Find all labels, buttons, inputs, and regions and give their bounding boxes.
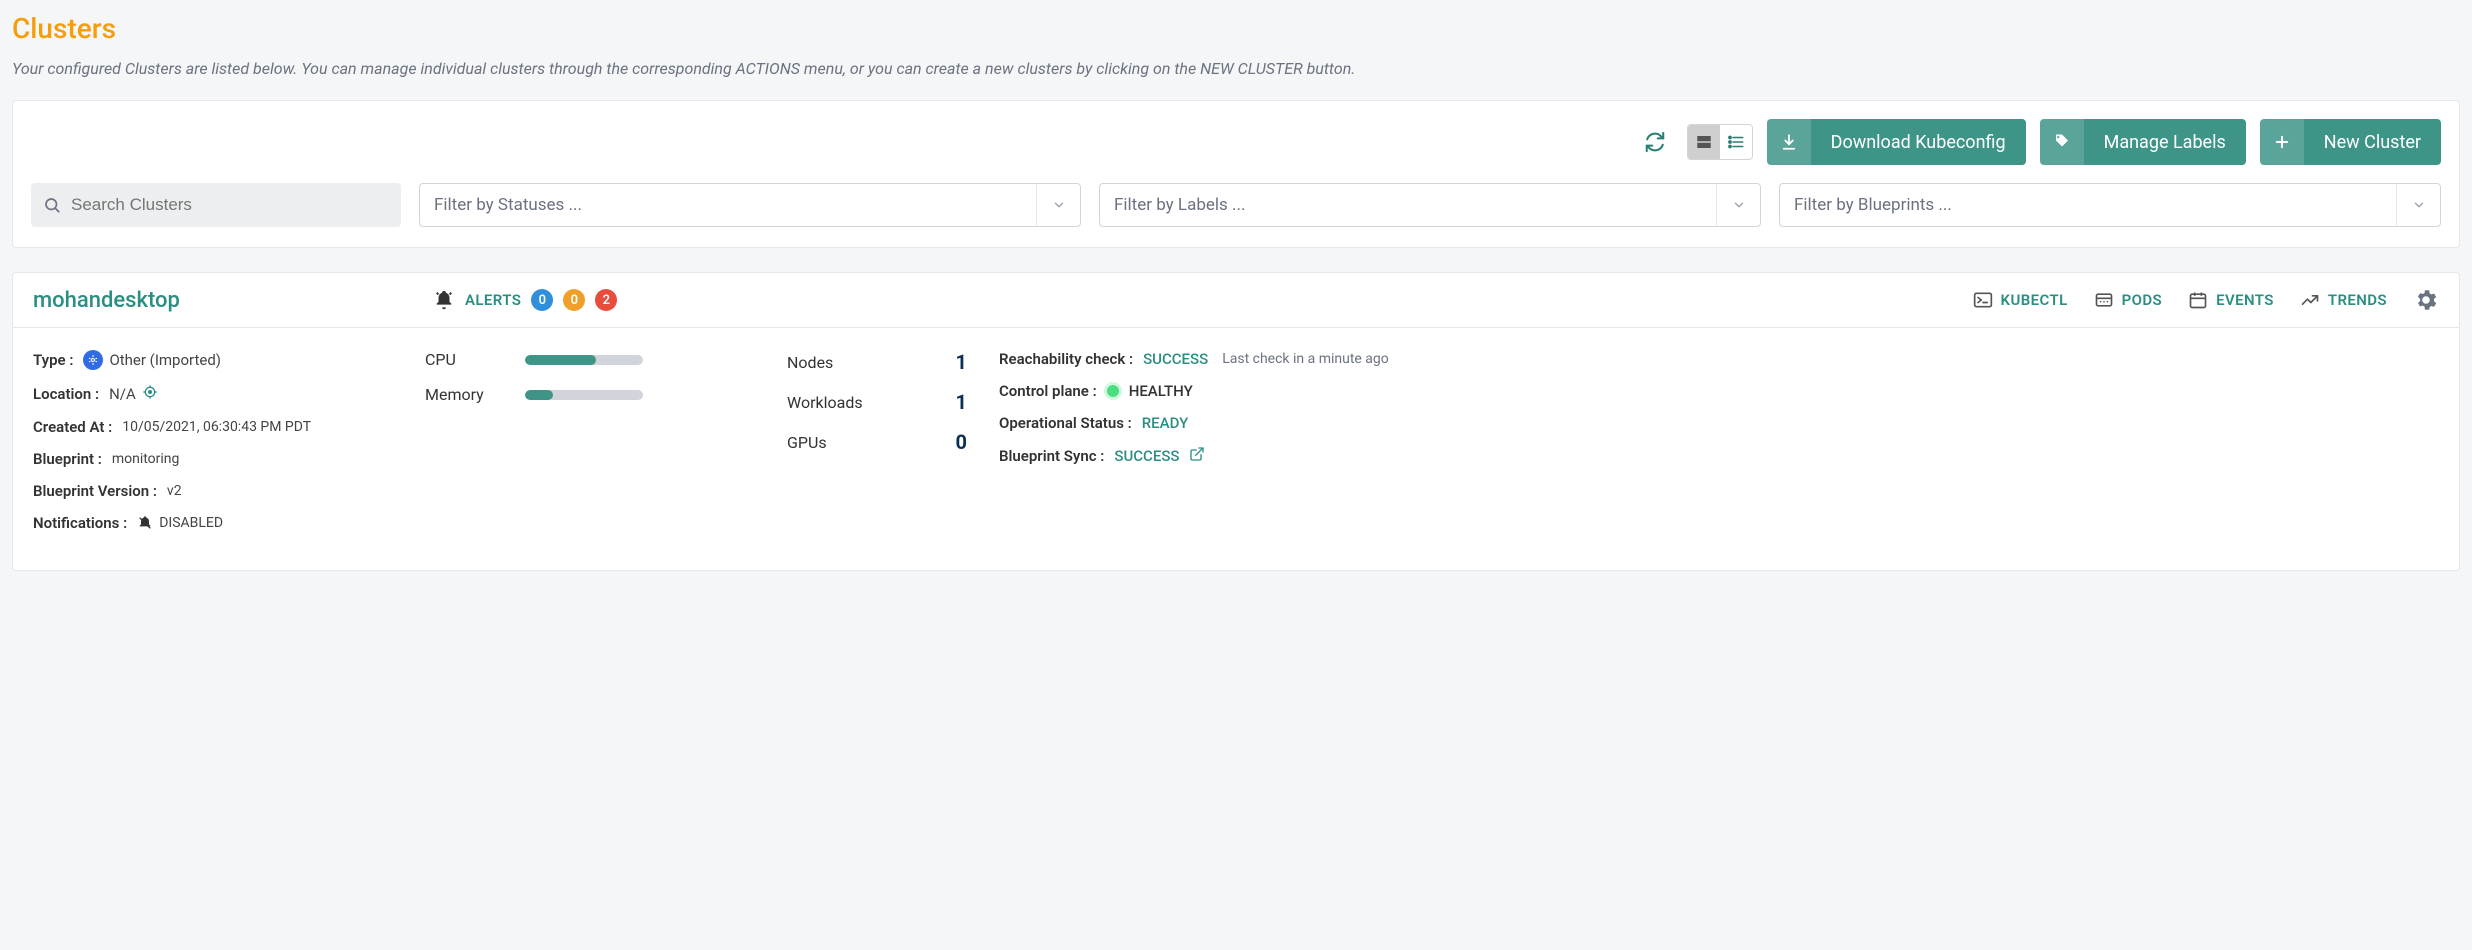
view-toggle <box>1687 124 1753 160</box>
view-grid-button[interactable] <box>1688 125 1720 159</box>
filter-labels-select[interactable]: Filter by Labels ... <box>1099 183 1761 227</box>
chevron-down-icon <box>1716 184 1760 226</box>
gpus-value: 0 <box>956 430 967 454</box>
filter-statuses-select[interactable]: Filter by Statuses ... <box>419 183 1081 227</box>
search-clusters-input[interactable] <box>71 195 389 215</box>
download-kubeconfig-button[interactable]: Download Kubeconfig <box>1767 119 2026 165</box>
reachability-note: Last check in a minute ago <box>1222 351 1389 367</box>
nodes-value: 1 <box>956 350 967 374</box>
page-subtitle: Your configured Clusters are listed belo… <box>12 59 2460 78</box>
operational-status-value: READY <box>1142 414 1189 432</box>
trend-icon <box>2300 290 2320 310</box>
control-plane-label: Control plane : <box>999 382 1097 400</box>
refresh-button[interactable] <box>1637 124 1673 160</box>
cluster-settings-button[interactable] <box>2413 287 2439 313</box>
download-kubeconfig-label: Download Kubeconfig <box>1811 132 2026 153</box>
kubernetes-icon <box>83 350 103 370</box>
chevron-down-icon <box>2396 184 2440 226</box>
gear-icon <box>2413 287 2439 313</box>
events-label: EVENTS <box>2216 291 2274 309</box>
type-label: Type : <box>33 351 73 369</box>
plus-icon <box>2260 119 2304 165</box>
page-title: Clusters <box>12 12 2460 45</box>
reachability-value: SUCCESS <box>1143 350 1208 368</box>
list-icon <box>1727 133 1745 151</box>
pods-link[interactable]: PODS <box>2094 290 2163 310</box>
blueprint-value: monitoring <box>112 451 180 467</box>
workloads-label: Workloads <box>787 393 863 412</box>
operational-status-label: Operational Status : <box>999 414 1132 432</box>
reachability-label: Reachability check : <box>999 350 1133 368</box>
kubectl-link[interactable]: KUBECTL <box>1973 290 2068 310</box>
search-clusters-box[interactable] <box>31 183 401 227</box>
location-value: N/A <box>109 385 136 403</box>
created-at-label: Created At : <box>33 418 112 436</box>
view-list-button[interactable] <box>1720 125 1752 159</box>
trends-link[interactable]: TRENDS <box>2300 290 2387 310</box>
pods-label: PODS <box>2122 291 2163 309</box>
alert-badge-info[interactable]: 0 <box>531 289 553 311</box>
cluster-counts-column: Nodes 1 Workloads 1 GPUs 0 <box>787 350 967 546</box>
grid-icon <box>1695 133 1713 151</box>
open-external-icon[interactable] <box>1189 446 1205 466</box>
chevron-down-icon <box>1036 184 1080 226</box>
blueprint-sync-label: Blueprint Sync : <box>999 447 1104 465</box>
calendar-icon <box>2188 290 2208 310</box>
memory-bar <box>525 390 643 400</box>
nodes-label: Nodes <box>787 353 833 372</box>
new-cluster-button[interactable]: New Cluster <box>2260 119 2441 165</box>
location-label: Location : <box>33 385 99 403</box>
blueprint-label: Blueprint : <box>33 450 102 468</box>
toolbar-card: Download Kubeconfig Manage Labels New Cl… <box>12 100 2460 248</box>
workloads-value: 1 <box>956 390 967 414</box>
filter-statuses-label: Filter by Statuses ... <box>420 195 1036 215</box>
alert-badge-error[interactable]: 2 <box>595 289 617 311</box>
notifications-label: Notifications : <box>33 514 127 532</box>
cluster-status-column: Reachability check : SUCCESS Last check … <box>999 350 2439 546</box>
bell-icon <box>433 289 455 311</box>
manage-labels-label: Manage Labels <box>2084 132 2246 153</box>
kubectl-label: KUBECTL <box>2001 291 2068 309</box>
filter-blueprints-label: Filter by Blueprints ... <box>1780 195 2396 215</box>
cluster-name-link[interactable]: mohandesktop <box>33 288 413 313</box>
cpu-label: CPU <box>425 350 505 369</box>
events-link[interactable]: EVENTS <box>2188 290 2274 310</box>
alerts-block[interactable]: ALERTS 0 0 2 <box>433 289 617 311</box>
cluster-card: mohandesktop ALERTS 0 0 2 KUBECTL PODS E… <box>12 272 2460 571</box>
alert-badge-warn[interactable]: 0 <box>563 289 585 311</box>
manage-labels-button[interactable]: Manage Labels <box>2040 119 2246 165</box>
cluster-resources-column: CPU Memory <box>425 350 755 546</box>
alerts-label: ALERTS <box>465 291 521 309</box>
cluster-header: mohandesktop ALERTS 0 0 2 KUBECTL PODS E… <box>13 273 2459 328</box>
cpu-bar <box>525 355 643 365</box>
blueprint-sync-value[interactable]: SUCCESS <box>1114 447 1179 465</box>
filter-labels-label: Filter by Labels ... <box>1100 195 1716 215</box>
memory-label: Memory <box>425 385 505 404</box>
download-icon <box>1767 119 1811 165</box>
terminal-icon <box>1973 290 1993 310</box>
gpus-label: GPUs <box>787 433 827 452</box>
search-icon <box>43 196 61 214</box>
healthy-dot-icon <box>1107 385 1119 397</box>
blueprint-version-label: Blueprint Version : <box>33 482 157 500</box>
locate-icon[interactable] <box>142 384 158 404</box>
pods-icon <box>2094 290 2114 310</box>
notifications-value: DISABLED <box>159 515 223 531</box>
tag-icon <box>2040 119 2084 165</box>
bell-off-icon <box>137 515 153 531</box>
refresh-icon <box>1644 131 1666 153</box>
blueprint-version-value: v2 <box>167 483 182 499</box>
type-value: Other (Imported) <box>109 351 221 369</box>
new-cluster-label: New Cluster <box>2304 132 2441 153</box>
cluster-meta-column: Type : Other (Imported) Location : N/A C… <box>33 350 393 546</box>
created-at-value: 10/05/2021, 06:30:43 PM PDT <box>122 419 311 435</box>
trends-label: TRENDS <box>2328 291 2387 309</box>
filter-blueprints-select[interactable]: Filter by Blueprints ... <box>1779 183 2441 227</box>
control-plane-value: HEALTHY <box>1129 382 1193 400</box>
